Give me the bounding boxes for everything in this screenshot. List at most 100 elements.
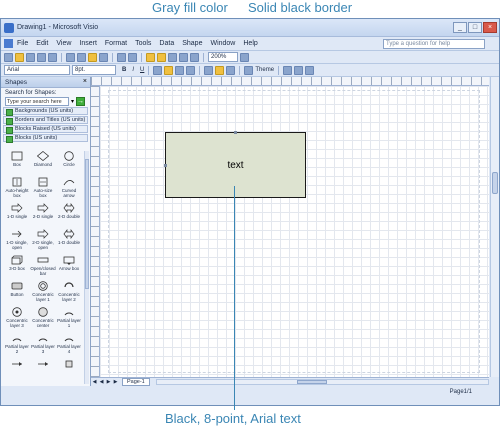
shape-concentric-layer-2[interactable]: Concentric layer 2: [56, 280, 82, 302]
drawing-canvas[interactable]: text: [100, 86, 489, 377]
font-color-icon[interactable]: [204, 65, 214, 75]
shape-1d-single-open[interactable]: 1-D single, open: [4, 228, 30, 250]
connector-tool-icon[interactable]: [168, 52, 177, 62]
undo-icon[interactable]: [117, 52, 126, 62]
justify-icon[interactable]: [186, 65, 196, 75]
redo-icon[interactable]: [128, 52, 137, 62]
chevron-down-icon[interactable]: ▾: [71, 98, 74, 105]
shape-concentric-layer-3[interactable]: Concentric layer 3: [4, 306, 30, 328]
search-go-button[interactable]: →: [76, 97, 86, 106]
underline-button[interactable]: U: [140, 67, 144, 73]
shape-open-closed-bar[interactable]: Open/closed bar: [30, 254, 56, 276]
format-painter-icon[interactable]: [99, 52, 108, 62]
shape-auto-height-box[interactable]: Auto-height box: [4, 176, 30, 198]
shape-partial-layer-3[interactable]: Partial layer 3: [30, 332, 56, 354]
shape-extra-1[interactable]: [4, 358, 30, 380]
scrollbar-thumb[interactable]: [296, 379, 327, 384]
shape-2d-double[interactable]: 2-D double: [56, 202, 82, 224]
close-icon[interactable]: ×: [83, 78, 87, 85]
menu-file[interactable]: File: [17, 40, 28, 47]
shape-arrow-box[interactable]: Arrow box: [56, 254, 82, 276]
shape-concentric-layer-1[interactable]: Concentric layer 1: [30, 280, 56, 302]
line-color-icon[interactable]: [226, 65, 236, 75]
italic-button[interactable]: I: [132, 67, 134, 73]
last-page-button[interactable]: ▶: [112, 379, 119, 385]
minimize-button[interactable]: _: [453, 22, 467, 33]
shape-curved-arrow[interactable]: Curved arrow: [56, 176, 82, 198]
help-search-input[interactable]: Type a question for help: [383, 38, 485, 49]
rectangle-shape[interactable]: text: [165, 132, 306, 198]
text-tool-icon[interactable]: [179, 52, 188, 62]
menu-bar: File Edit View Insert Format Tools Data …: [1, 37, 499, 51]
shape-auto-size-box[interactable]: Auto-size box: [30, 176, 56, 198]
help-icon[interactable]: [240, 52, 249, 62]
search-input[interactable]: Type your search here: [5, 97, 69, 106]
shape-1d-double[interactable]: 1-D double: [56, 228, 82, 250]
shape-partial-layer-2[interactable]: Partial layer 2: [4, 332, 30, 354]
print-preview-icon[interactable]: [48, 52, 57, 62]
stencil-blocks[interactable]: Blocks (US units): [3, 134, 88, 143]
align-right-icon[interactable]: [175, 65, 185, 75]
shape-button[interactable]: Button: [4, 280, 30, 302]
font-size-select[interactable]: 8pt.: [72, 65, 116, 75]
open-icon[interactable]: [15, 52, 24, 62]
drawing-tools-icon[interactable]: [190, 52, 199, 62]
selection-handle[interactable]: [164, 164, 167, 167]
zoom-select[interactable]: 200%: [208, 52, 238, 62]
paste-icon[interactable]: [88, 52, 97, 62]
line-pattern-icon[interactable]: [294, 65, 304, 75]
fill-color-icon[interactable]: [215, 65, 225, 75]
first-page-button[interactable]: ◀: [91, 379, 98, 385]
align-center-icon[interactable]: [164, 65, 174, 75]
selection-handle[interactable]: [234, 131, 237, 134]
shape-2d-single-open[interactable]: 2-D single, open: [30, 228, 56, 250]
shape-concentric-center[interactable]: Concentric center: [30, 306, 56, 328]
new-icon[interactable]: [4, 52, 13, 62]
shape-extra-2[interactable]: [30, 358, 56, 380]
menu-shape[interactable]: Shape: [182, 40, 202, 47]
shape-1d-single[interactable]: 1-D single: [4, 202, 30, 224]
shapes-icon[interactable]: [146, 52, 155, 62]
page-tab[interactable]: Page-1: [122, 377, 150, 386]
line-weight-icon[interactable]: [283, 65, 293, 75]
cut-icon[interactable]: [66, 52, 75, 62]
next-page-button[interactable]: ▶: [105, 379, 112, 385]
align-left-icon[interactable]: [153, 65, 163, 75]
menu-window[interactable]: Window: [210, 40, 235, 47]
menu-tools[interactable]: Tools: [135, 40, 151, 47]
menu-data[interactable]: Data: [159, 40, 174, 47]
print-icon[interactable]: [37, 52, 46, 62]
menu-format[interactable]: Format: [105, 40, 127, 47]
maximize-button[interactable]: □: [468, 22, 482, 33]
close-button[interactable]: ×: [483, 22, 497, 33]
line-ends-icon[interactable]: [305, 65, 315, 75]
shape-2d-single[interactable]: 2-D single: [30, 202, 56, 224]
vertical-scrollbar[interactable]: [490, 77, 499, 377]
stencil-blocks-raised[interactable]: Blocks Raised (US units): [3, 125, 88, 134]
bold-button[interactable]: B: [122, 67, 126, 73]
shape-box[interactable]: Box: [4, 150, 30, 172]
shape-partial-layer-1[interactable]: Partial layer 1: [56, 306, 82, 328]
menu-help[interactable]: Help: [243, 40, 257, 47]
shape-circle[interactable]: Circle: [56, 150, 82, 172]
menu-edit[interactable]: Edit: [36, 40, 48, 47]
stencil-borders-titles[interactable]: Borders and Titles (US units): [3, 116, 88, 125]
theme-icon[interactable]: [244, 65, 254, 75]
pointer-tool-icon[interactable]: [157, 52, 166, 62]
theme-button[interactable]: Theme: [255, 67, 274, 73]
shape-extra-3[interactable]: [56, 358, 82, 380]
shape-partial-layer-4[interactable]: Partial layer 4: [56, 332, 82, 354]
menu-insert[interactable]: Insert: [79, 40, 97, 47]
shape-3d-box[interactable]: 3-D box: [4, 254, 30, 276]
previous-page-button[interactable]: ◀: [98, 379, 105, 385]
save-icon[interactable]: [26, 52, 35, 62]
font-select[interactable]: Arial: [4, 65, 70, 75]
scrollbar-thumb[interactable]: [492, 172, 498, 194]
shapes-pane-scrollbar[interactable]: [84, 151, 89, 384]
menu-view[interactable]: View: [56, 40, 71, 47]
copy-icon[interactable]: [77, 52, 86, 62]
stencil-backgrounds[interactable]: Backgrounds (US units): [3, 107, 88, 116]
shape-diamond[interactable]: Diamond: [30, 150, 56, 172]
scrollbar-thumb[interactable]: [85, 159, 89, 289]
horizontal-scrollbar[interactable]: [155, 378, 489, 385]
